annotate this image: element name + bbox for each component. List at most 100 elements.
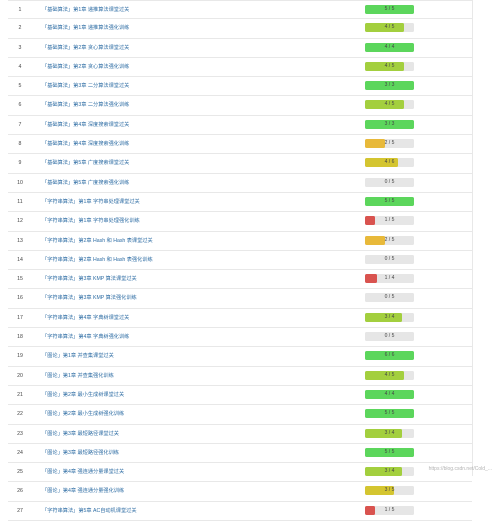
progress-score: 4 / 5 <box>384 101 395 108</box>
row-number: 20 <box>17 372 23 379</box>
row-number: 13 <box>17 237 23 244</box>
exercise-title-link[interactable]: 「基础算法」第2章 贪心算法课堂过关 <box>42 39 129 58</box>
row-number: 21 <box>17 391 23 398</box>
progress-bar: 2 / 5 <box>365 139 414 149</box>
exercise-title-link[interactable]: 「基础算法」第5章 广度搜索课堂过关 <box>42 154 129 173</box>
row-number: 22 <box>17 411 23 418</box>
progress-bar: 1 / 5 <box>365 505 414 515</box>
row-number: 17 <box>17 314 23 321</box>
exercise-title-link[interactable]: 「基础算法」第3章 二分算法强化训练 <box>42 96 129 115</box>
progress-score: 4 / 5 <box>384 371 395 378</box>
progress-bar: 1 / 4 <box>365 274 414 284</box>
row-number: 7 <box>18 121 22 128</box>
exercise-title-link[interactable]: 「字符串算法」第1章 字符串处理强化训练 <box>42 212 140 231</box>
progress-bar: 5 / 5 <box>365 409 414 419</box>
progress-bar: 4 / 5 <box>365 100 414 110</box>
progress-score: 3 / 4 <box>384 429 395 436</box>
exercise-title-link[interactable]: 「字符串算法」第4章 字典树课堂过关 <box>42 309 129 328</box>
table-row: 21 「图论」第2章 最小生成树课堂过关 4 / 4 <box>8 386 472 406</box>
table-row: 24 「图论」第3章 最短路径强化训练 5 / 5 <box>8 444 472 464</box>
exercise-title-link[interactable]: 「字符串算法」第1章 字符串处理课堂过关 <box>42 193 140 212</box>
exercise-progress-table: 1 「基础算法」第1章 递推算法课堂过关 5 / 5 2 「基础算法」第1章 递推算法强… <box>8 0 472 521</box>
row-number: 11 <box>17 198 23 205</box>
exercise-title-link[interactable]: 「图论」第1章 并查集课堂过关 <box>42 347 114 366</box>
table-row: 16 「字符串算法」第3章 KMP 算法强化训练 0 / 5 <box>8 289 472 309</box>
table-row: 12 「字符串算法」第1章 字符串处理强化训练 1 / 5 <box>8 212 472 232</box>
exercise-title-link[interactable]: 「基础算法」第1章 递推算法强化训练 <box>42 19 129 38</box>
progress-score: 6 / 6 <box>384 352 395 359</box>
table-row: 11 「字符串算法」第1章 字符串处理课堂过关 5 / 5 <box>8 193 472 213</box>
progress-bar: 4 / 5 <box>365 370 414 380</box>
exercise-title-link[interactable]: 「字符串算法」第3章 KMP 算法课堂过关 <box>42 270 137 289</box>
exercise-title-link[interactable]: 「字符串算法」第2章 Hash 和 Hash 表课堂过关 <box>42 232 153 251</box>
exercise-title-link[interactable]: 「基础算法」第2章 贪心算法强化训练 <box>42 58 129 77</box>
row-number: 12 <box>17 218 23 225</box>
table-row: 23 「图论」第3章 最短路径课堂过关 3 / 4 <box>8 425 472 444</box>
exercise-title-link[interactable]: 「图论」第1章 并查集强化训练 <box>42 367 114 386</box>
progress-bar: 0 / 5 <box>365 177 414 187</box>
progress-score: 4 / 4 <box>384 43 395 50</box>
exercise-title-link[interactable]: 「图论」第2章 最小生成树课堂过关 <box>42 386 124 405</box>
progress-score: 0 / 5 <box>384 333 395 340</box>
progress-bar: 5 / 5 <box>365 5 414 14</box>
exercise-title-link[interactable]: 「图论」第2章 最小生成树强化训练 <box>42 405 124 424</box>
table-row: 7 「基础算法」第4章 深度搜索课堂过关 3 / 3 <box>8 116 472 136</box>
exercise-title-link[interactable]: 「字符串算法」第2章 Hash 和 Hash 表强化训练 <box>42 251 153 270</box>
progress-score: 4 / 4 <box>384 390 395 397</box>
progress-score: 4 / 5 <box>384 24 395 31</box>
progress-bar: 6 / 6 <box>365 351 414 361</box>
table-row: 17 「字符串算法」第4章 字典树课堂过关 3 / 4 <box>8 309 472 329</box>
row-number: 18 <box>17 334 23 341</box>
progress-score: 5 / 5 <box>384 6 395 12</box>
row-number: 14 <box>17 256 23 263</box>
table-row: 20 「图论」第1章 并查集强化训练 4 / 5 <box>8 367 472 386</box>
exercise-title-link[interactable]: 「图论」第3章 最短路径强化训练 <box>42 444 119 463</box>
exercise-title-link[interactable]: 「图论」第3章 最短路径课堂过关 <box>42 425 119 444</box>
progress-bar: 0 / 5 <box>365 293 414 303</box>
table-row: 1 「基础算法」第1章 递推算法课堂过关 5 / 5 <box>8 0 472 20</box>
progress-score: 4 / 5 <box>384 62 395 69</box>
progress-score: 1 / 5 <box>384 506 395 513</box>
table-row: 14 「字符串算法」第2章 Hash 和 Hash 表强化训练 0 / 5 <box>8 251 472 271</box>
table-row: 18 「字符串算法」第4章 字典树强化训练 0 / 5 <box>8 328 472 348</box>
row-number: 6 <box>18 102 22 109</box>
exercise-title-link[interactable]: 「基础算法」第4章 深度搜索强化训练 <box>42 135 129 154</box>
progress-score: 5 / 5 <box>384 197 395 204</box>
exercise-title-link[interactable]: 「字符串算法」第4章 字典树强化训练 <box>42 328 129 347</box>
table-row: 26 「图论」第4章 强连通分量强化训练 3 / 5 <box>8 482 472 502</box>
progress-bar: 5 / 5 <box>365 196 414 206</box>
exercise-title-link[interactable]: 「图论」第4章 强连通分量课堂过关 <box>42 463 124 482</box>
row-number: 16 <box>17 295 23 302</box>
progress-bar: 4 / 6 <box>365 158 414 168</box>
table-row: 25 「图论」第4章 强连通分量课堂过关 3 / 4 <box>8 463 472 483</box>
progress-score: 1 / 5 <box>384 217 395 224</box>
table-row: 6 「基础算法」第3章 二分算法强化训练 4 / 5 <box>8 96 472 116</box>
table-row: 3 「基础算法」第2章 贪心算法课堂过关 4 / 4 <box>8 39 472 58</box>
exercise-title-link[interactable]: 「基础算法」第5章 广度搜索强化训练 <box>42 174 129 193</box>
progress-score: 3 / 3 <box>384 82 395 89</box>
table-row: 2 「基础算法」第1章 递推算法强化训练 4 / 5 <box>8 19 472 39</box>
progress-score: 1 / 4 <box>384 275 395 282</box>
table-row: 9 「基础算法」第5章 广度搜索课堂过关 4 / 6 <box>8 154 472 174</box>
row-number: 10 <box>17 179 23 186</box>
table-row: 27 「字符串算法」第5章 AC自动机课堂过关 1 / 5 <box>8 502 472 521</box>
progress-bar: 4 / 4 <box>365 389 414 399</box>
exercise-title-link[interactable]: 「图论」第4章 强连通分量强化训练 <box>42 482 124 501</box>
exercise-title-link[interactable]: 「字符串算法」第3章 KMP 算法强化训练 <box>42 289 137 308</box>
row-number: 2 <box>18 25 22 32</box>
row-number: 15 <box>17 276 23 283</box>
progress-score: 0 / 5 <box>384 255 395 262</box>
exercise-title-link[interactable]: 「基础算法」第4章 深度搜索课堂过关 <box>42 116 129 135</box>
table-row: 4 「基础算法」第2章 贪心算法强化训练 4 / 5 <box>8 58 472 78</box>
progress-score: 3 / 4 <box>384 468 395 475</box>
exercise-title-link[interactable]: 「基础算法」第1章 递推算法课堂过关 <box>42 1 129 20</box>
row-number: 1 <box>18 7 22 13</box>
exercise-title-link[interactable]: 「字符串算法」第5章 AC自动机课堂过关 <box>42 502 137 521</box>
row-number: 19 <box>17 353 23 360</box>
progress-bar: 4 / 5 <box>365 61 414 71</box>
progress-score: 3 / 5 <box>384 487 395 494</box>
exercise-title-link[interactable]: 「基础算法」第3章 二分算法课堂过关 <box>42 77 129 96</box>
progress-score: 0 / 5 <box>384 294 395 301</box>
progress-bar: 2 / 5 <box>365 235 414 245</box>
progress-bar: 3 / 4 <box>365 428 414 438</box>
